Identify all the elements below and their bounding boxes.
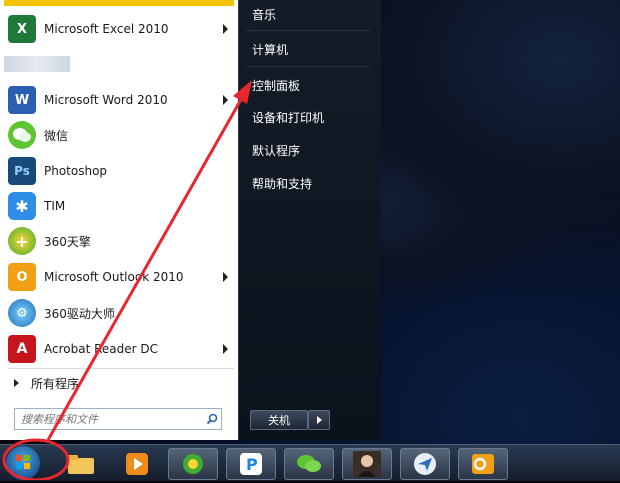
wechat-icon bbox=[297, 455, 321, 472]
blurred-program-item[interactable] bbox=[4, 56, 70, 72]
program-360-driver[interactable]: ⚙ 360驱动大师 bbox=[4, 296, 234, 330]
menu-item-default-programs[interactable]: 默认程序 bbox=[252, 142, 300, 159]
photoshop-icon: Ps bbox=[8, 157, 36, 185]
search-icon[interactable] bbox=[203, 410, 221, 428]
program-acrobat[interactable]: A Acrobat Reader DC bbox=[4, 332, 234, 366]
avatar-icon bbox=[353, 451, 381, 477]
folder-icon bbox=[68, 455, 94, 474]
media-player-icon bbox=[126, 453, 148, 475]
windows-logo-icon bbox=[16, 455, 30, 469]
tim-icon: ✱ bbox=[8, 192, 36, 220]
outlook-icon bbox=[472, 454, 494, 474]
word-icon: W bbox=[8, 86, 36, 114]
program-label: Photoshop bbox=[44, 164, 108, 178]
program-word[interactable]: W Microsoft Word 2010 bbox=[4, 83, 234, 117]
acrobat-icon: A bbox=[8, 335, 36, 363]
taskbar-wechat[interactable] bbox=[284, 448, 334, 480]
program-excel[interactable]: X Microsoft Excel 2010 bbox=[4, 12, 234, 46]
taskbar-pp-app[interactable]: P bbox=[226, 448, 276, 480]
all-programs-label: 所有程序 bbox=[31, 376, 80, 391]
wechat-icon bbox=[8, 121, 36, 149]
search-box[interactable] bbox=[14, 408, 222, 430]
taskbar-outlook[interactable] bbox=[458, 448, 508, 480]
360-tianqing-icon: + bbox=[8, 227, 36, 255]
taskbar-avatar-app[interactable] bbox=[342, 448, 392, 480]
taskbar-explorer[interactable] bbox=[56, 448, 106, 480]
submenu-arrow-icon bbox=[223, 24, 228, 34]
submenu-arrow-icon bbox=[223, 95, 228, 105]
menu-divider bbox=[246, 30, 370, 31]
program-outlook[interactable]: O Microsoft Outlook 2010 bbox=[4, 260, 234, 294]
submenu-arrow-icon bbox=[223, 344, 228, 354]
p-app-icon: P bbox=[240, 453, 262, 475]
360-driver-icon: ⚙ bbox=[8, 299, 36, 327]
taskbar-feiq[interactable] bbox=[400, 448, 450, 480]
taskbar-media-player[interactable] bbox=[112, 448, 162, 480]
menu-divider bbox=[246, 66, 370, 67]
svg-text:P: P bbox=[246, 455, 258, 474]
program-label: 360天擎 bbox=[44, 234, 91, 249]
menu-item-help-support[interactable]: 帮助和支持 bbox=[252, 175, 312, 192]
program-label: 微信 bbox=[44, 128, 69, 143]
paper-plane-icon bbox=[414, 453, 436, 475]
360-tianqing-icon bbox=[183, 454, 203, 474]
program-label: Acrobat Reader DC bbox=[44, 342, 158, 356]
program-360-tianqing[interactable]: + 360天擎 bbox=[4, 224, 234, 258]
expand-arrow-icon bbox=[14, 379, 19, 387]
chevron-right-icon bbox=[316, 416, 322, 424]
search-input[interactable] bbox=[15, 409, 203, 429]
program-photoshop[interactable]: Ps Photoshop bbox=[4, 154, 234, 188]
shutdown-button[interactable]: 关机 bbox=[250, 410, 308, 430]
menu-item-devices-printers[interactable]: 设备和打印机 bbox=[252, 109, 324, 126]
program-tim[interactable]: ✱ TIM bbox=[4, 189, 234, 223]
submenu-arrow-icon bbox=[223, 272, 228, 282]
program-label: Microsoft Excel 2010 bbox=[44, 22, 169, 36]
program-wechat[interactable]: 微信 bbox=[4, 118, 234, 152]
scrolled-program-item[interactable] bbox=[4, 0, 234, 6]
program-label: 360驱动大师 bbox=[44, 306, 115, 321]
taskbar-360-tianqing[interactable] bbox=[168, 448, 218, 480]
menu-item-control-panel[interactable]: 控制面板 bbox=[252, 77, 300, 94]
program-label: Microsoft Word 2010 bbox=[44, 93, 168, 107]
program-label: TIM bbox=[44, 199, 66, 213]
menu-divider bbox=[8, 368, 234, 369]
outlook-icon: O bbox=[8, 263, 36, 291]
shutdown-options-button[interactable] bbox=[308, 410, 330, 430]
all-programs-button[interactable]: 所有程序 bbox=[8, 372, 234, 394]
excel-icon: X bbox=[8, 15, 36, 43]
program-label: Microsoft Outlook 2010 bbox=[44, 270, 184, 284]
start-button[interactable] bbox=[6, 446, 40, 480]
menu-item-computer[interactable]: 计算机 bbox=[252, 41, 288, 58]
menu-item-music[interactable]: 音乐 bbox=[252, 6, 276, 23]
